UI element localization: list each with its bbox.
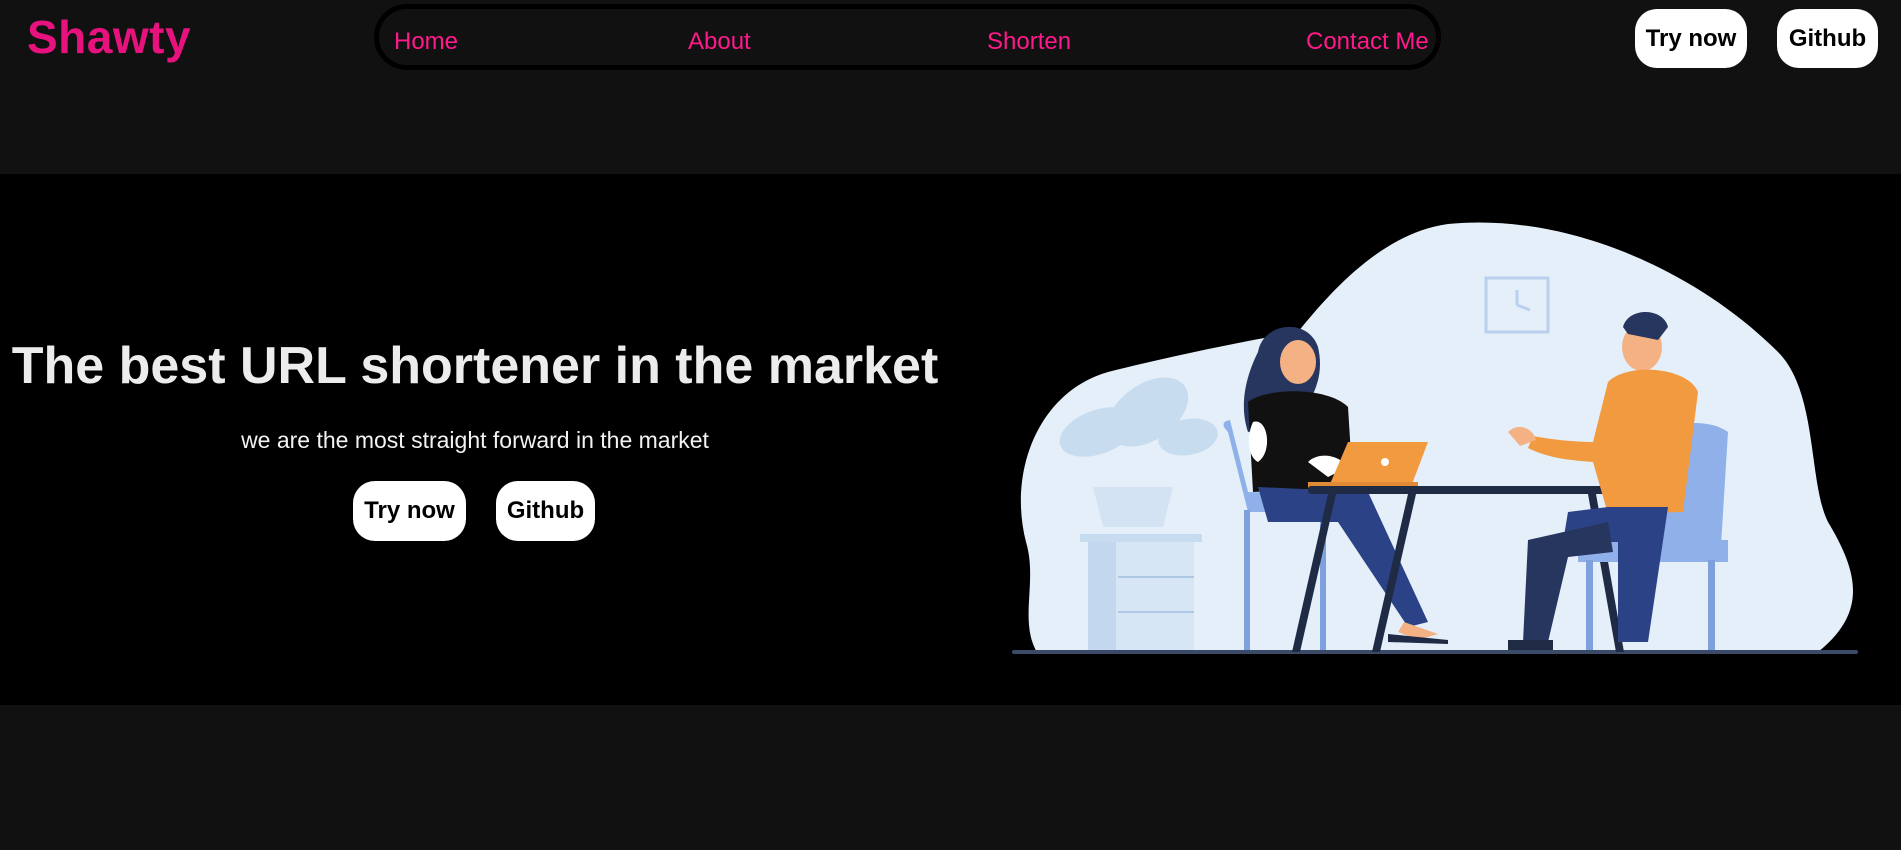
hero-section: The best URL shortener in the market we … [0,174,1901,705]
floor-line [1012,650,1858,654]
hero-subtitle: we are the most straight forward in the … [241,427,709,453]
header-try-now-button[interactable]: Try now [1635,9,1747,68]
brand-logo[interactable]: Shawty [27,12,191,62]
meeting-illustration [1012,222,1858,655]
nav-shorten-link[interactable]: Shorten [987,28,1071,56]
nav-contact-link[interactable]: Contact Me [1306,28,1429,56]
hero-github-button[interactable]: Github [496,481,595,541]
hero-title: The best URL shortener in the market [11,337,939,395]
nav-home-link[interactable]: Home [394,28,458,56]
main-nav: Home About Shorten Contact Me [374,4,1441,70]
hero-try-now-button[interactable]: Try now [353,481,466,541]
cabinet-icon [1080,534,1202,650]
page: Shawty Home About Shorten Contact Me Try… [0,0,1901,850]
header-github-button[interactable]: Github [1777,9,1878,68]
nav-about-link[interactable]: About [688,28,751,56]
